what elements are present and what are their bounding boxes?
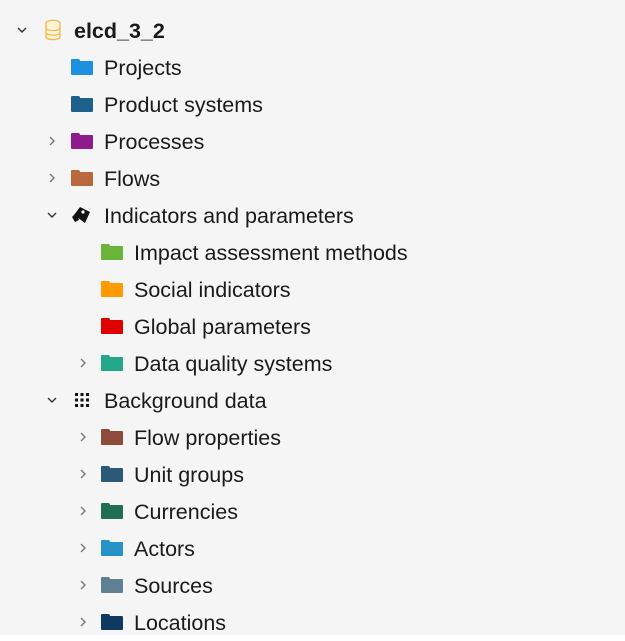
tree-item-label: Product systems xyxy=(104,93,263,117)
chevron-right-icon[interactable] xyxy=(75,503,91,519)
tree-item-locations[interactable]: Locations xyxy=(0,604,625,641)
tree-item-currencies[interactable]: Currencies xyxy=(0,493,625,530)
tree-item-label: Locations xyxy=(134,611,227,635)
chevron-right-icon[interactable] xyxy=(44,133,60,149)
folder-icon xyxy=(101,538,123,558)
tree-item-unit-groups[interactable]: Unit groups xyxy=(0,456,625,493)
chevron-right-icon[interactable] xyxy=(75,429,91,445)
chevron-right-icon[interactable] xyxy=(75,466,91,482)
tree-item-label: Sources xyxy=(134,574,213,598)
tree-item-processes[interactable]: Processes xyxy=(0,123,625,160)
chevron-down-icon[interactable] xyxy=(44,392,60,408)
tree-item-label: Impact assessment methods xyxy=(134,241,408,265)
tree-item-indicators-and-parameters[interactable]: Indicators and parameters xyxy=(0,197,625,234)
folder-icon xyxy=(101,279,123,299)
folder-icon xyxy=(101,612,123,632)
tag-icon xyxy=(71,205,93,225)
tree-item-label: Unit groups xyxy=(134,463,244,487)
folder-icon xyxy=(101,242,123,262)
chevron-right-icon[interactable] xyxy=(44,170,60,186)
tree-item-label: Flow properties xyxy=(134,426,281,450)
folder-icon xyxy=(71,131,93,151)
tree-item-label: Processes xyxy=(104,130,205,154)
tree-item-projects[interactable]: Projects xyxy=(0,49,625,86)
chevron-right-icon[interactable] xyxy=(75,577,91,593)
grid-icon xyxy=(71,390,93,410)
tree-item-label: Data quality systems xyxy=(134,352,333,376)
tree-item-label: Projects xyxy=(104,56,182,80)
chevron-down-icon[interactable] xyxy=(44,207,60,223)
tree-item-flow-properties[interactable]: Flow properties xyxy=(0,419,625,456)
folder-icon xyxy=(71,94,93,114)
folder-icon xyxy=(101,501,123,521)
tree-item-label: Indicators and parameters xyxy=(104,204,354,228)
folder-icon xyxy=(101,353,123,373)
chevron-right-icon[interactable] xyxy=(75,540,91,556)
tree-item-background-data[interactable]: Background data xyxy=(0,382,625,419)
tree-item-label: Currencies xyxy=(134,500,238,524)
tree-item-product-systems[interactable]: Product systems xyxy=(0,86,625,123)
tree-item-sources[interactable]: Sources xyxy=(0,567,625,604)
folder-icon xyxy=(101,464,123,484)
tree-item-label: Background data xyxy=(104,389,267,413)
folder-icon xyxy=(71,57,93,77)
chevron-down-icon[interactable] xyxy=(14,22,30,38)
tree-item-label: Flows xyxy=(104,167,161,191)
tree-item-elcd-3-2[interactable]: elcd_3_2 xyxy=(0,12,625,49)
tree-item-label: elcd_3_2 xyxy=(74,19,165,43)
tree-item-label: Global parameters xyxy=(134,315,311,339)
tree-item-label: Actors xyxy=(134,537,195,561)
folder-icon xyxy=(101,427,123,447)
folder-icon xyxy=(71,168,93,188)
folder-icon xyxy=(101,575,123,595)
tree-item-social-indicators[interactable]: Social indicators xyxy=(0,271,625,308)
tree-item-global-parameters[interactable]: Global parameters xyxy=(0,308,625,345)
chevron-right-icon[interactable] xyxy=(75,614,91,630)
tree-item-impact-assessment-methods[interactable]: Impact assessment methods xyxy=(0,234,625,271)
tree-item-flows[interactable]: Flows xyxy=(0,160,625,197)
tree-item-data-quality-systems[interactable]: Data quality systems xyxy=(0,345,625,382)
navigation-panel: elcd_3_2 Projects Product systems Proces… xyxy=(0,0,625,635)
tree-item-actors[interactable]: Actors xyxy=(0,530,625,567)
navigation-tree: elcd_3_2 Projects Product systems Proces… xyxy=(0,12,625,641)
folder-icon xyxy=(101,316,123,336)
tree-item-label: Social indicators xyxy=(134,278,291,302)
chevron-right-icon[interactable] xyxy=(75,355,91,371)
database-icon xyxy=(42,19,64,41)
